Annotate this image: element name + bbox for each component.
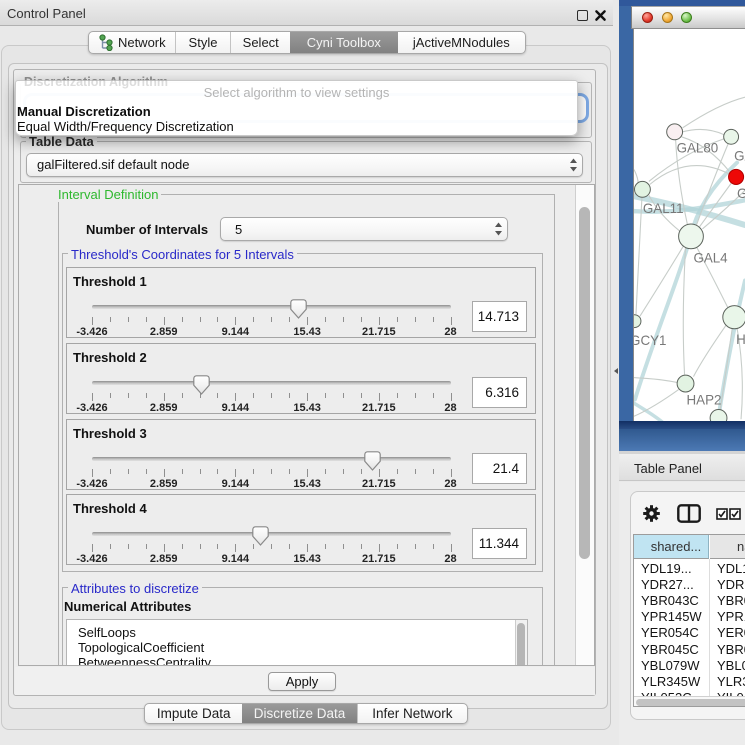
svg-text:GA: GA: [734, 149, 745, 164]
svg-text:HA: HA: [736, 332, 745, 347]
svg-text:GAL80: GAL80: [677, 141, 719, 156]
svg-text:GAL4: GAL4: [693, 251, 728, 266]
svg-text:GCY1: GCY1: [633, 333, 666, 348]
svg-text:GAL11: GAL11: [643, 201, 684, 216]
svg-text:HAP2: HAP2: [687, 392, 722, 407]
svg-text:G: G: [737, 186, 745, 201]
